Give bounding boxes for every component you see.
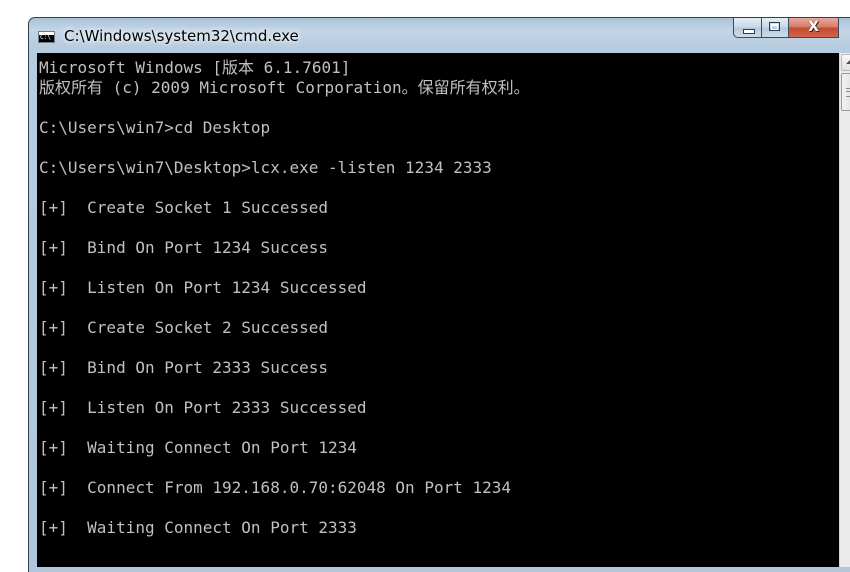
- cmd-icon[interactable]: [38, 31, 55, 43]
- window-controls: X: [733, 18, 839, 39]
- minimize-button[interactable]: [733, 18, 762, 38]
- window-title: C:\Windows\system32\cmd.exe: [64, 27, 299, 45]
- console-area[interactable]: Microsoft Windows [版本 6.1.7601] 版权所有 (c) …: [37, 53, 850, 567]
- cmd-window: C:\Windows\system32\cmd.exe X Microsoft …: [28, 17, 850, 572]
- console-line: [+] Listen On Port 2333 Successed: [39, 398, 367, 417]
- maximize-button[interactable]: [762, 18, 789, 38]
- minimize-icon: [743, 29, 755, 34]
- title-bar[interactable]: C:\Windows\system32\cmd.exe X: [29, 18, 850, 54]
- vertical-scrollbar[interactable]: [839, 53, 850, 567]
- console-line: [+] Waiting Connect On Port 2333: [39, 518, 357, 537]
- console-line: [+] Waiting Connect On Port 1234: [39, 438, 357, 457]
- console-line: [+] Connect From 192.168.0.70:62048 On P…: [39, 478, 512, 497]
- console-line: [+] Bind On Port 2333 Success: [39, 358, 328, 377]
- console-line: [+] Create Socket 1 Successed: [39, 198, 328, 217]
- maximize-icon: [769, 22, 780, 31]
- console-line: [+] Listen On Port 1234 Successed: [39, 278, 367, 297]
- close-button[interactable]: X: [789, 18, 839, 38]
- console-line: C:\Users\win7>cd Desktop: [39, 118, 271, 137]
- close-icon: X: [808, 19, 819, 35]
- console-line: 版权所有 (c) 2009 Microsoft Corporation。保留所有…: [39, 78, 530, 97]
- console-line: C:\Users\win7\Desktop>lcx.exe -listen 12…: [39, 158, 492, 177]
- console-line: [+] Bind On Port 1234 Success: [39, 238, 328, 257]
- console-output[interactable]: Microsoft Windows [版本 6.1.7601] 版权所有 (c) …: [37, 53, 839, 567]
- console-line: Microsoft Windows [版本 6.1.7601]: [39, 58, 351, 77]
- scroll-thumb[interactable]: [841, 73, 850, 111]
- console-line: [+] Create Socket 2 Successed: [39, 318, 328, 337]
- scroll-up-arrow-icon[interactable]: [841, 54, 850, 71]
